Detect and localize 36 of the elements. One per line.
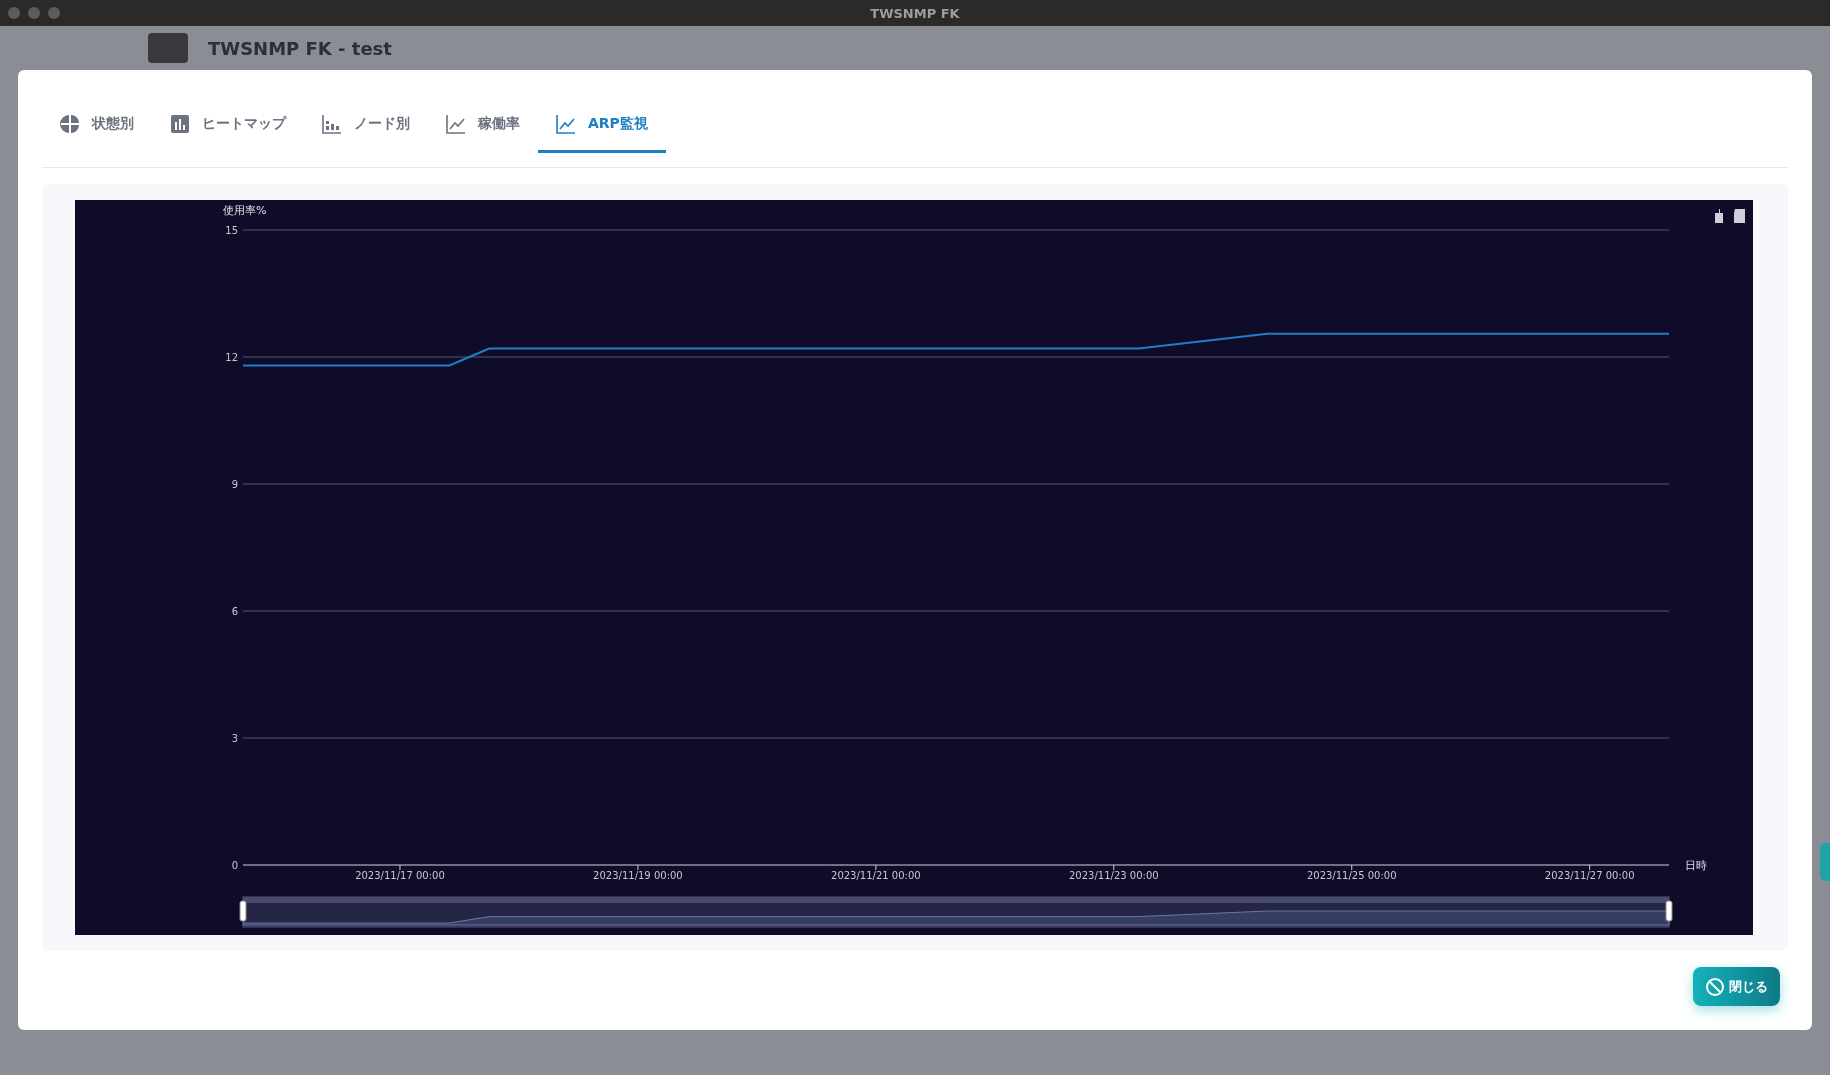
tab[interactable]: ヒートマップ: [152, 97, 304, 153]
window-title: TWSNMP FK: [870, 5, 960, 21]
slider-handle[interactable]: [239, 900, 247, 922]
prohibited-icon: [1705, 976, 1725, 997]
bar-chart-icon: [170, 113, 190, 134]
x-tick-label: 2023/11/27 00:00: [1544, 870, 1635, 881]
app-title: TWSNMP FK - test: [208, 37, 392, 59]
window-close-control[interactable]: [8, 7, 20, 19]
y-tick-label: 15: [225, 225, 238, 236]
restore-icon[interactable]: [1734, 209, 1745, 223]
pie-chart-icon: [60, 113, 80, 134]
y-tick-label: 12: [225, 352, 238, 363]
y-tick-label: 6: [231, 606, 238, 617]
y-tick-label: 0: [231, 860, 238, 871]
x-tick-label: 2023/11/17 00:00: [355, 870, 445, 881]
line-chart-icon: [556, 113, 576, 134]
slider-handle[interactable]: [1665, 900, 1673, 922]
stacked-bars-icon: [322, 113, 342, 134]
tab[interactable]: ノード別: [304, 97, 428, 153]
tab[interactable]: ARP監視: [538, 97, 666, 153]
x-tick-label: 2023/11/23 00:00: [1069, 870, 1159, 881]
window-zoom-control[interactable]: [48, 7, 60, 19]
y-tick-label: 3: [231, 733, 238, 744]
x-tick-label: 2023/11/21 00:00: [831, 870, 921, 881]
close-button[interactable]: 閉じる: [1693, 967, 1780, 1006]
x-tick-label: 2023/11/19 00:00: [593, 870, 683, 881]
tab[interactable]: 状態別: [42, 97, 152, 153]
line-chart-icon: [446, 113, 466, 134]
zoom-slider[interactable]: [242, 896, 1670, 928]
x-tick-label: 2023/11/25 00:00: [1306, 870, 1397, 881]
x-axis-title: 日時: [1685, 859, 1707, 872]
tab[interactable]: 稼働率: [428, 97, 538, 153]
window-minimize-control[interactable]: [28, 7, 40, 19]
logo-icon: [148, 33, 188, 63]
y-axis-title: 使用率%: [223, 204, 267, 217]
y-tick-label: 9: [231, 479, 238, 490]
